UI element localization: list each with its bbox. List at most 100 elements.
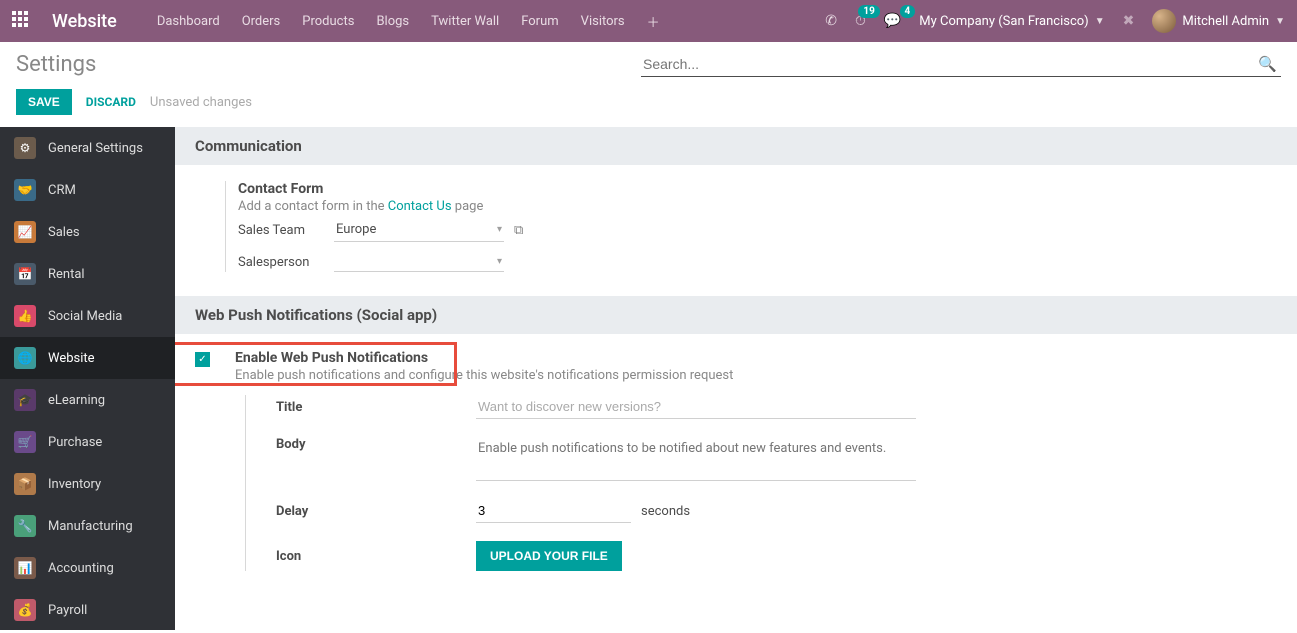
phone-icon[interactable]: ✆ xyxy=(825,13,837,29)
section-webpush-body: ✓ Enable Web Push Notifications Enable p… xyxy=(175,334,1297,623)
nav-blogs[interactable]: Blogs xyxy=(376,14,409,29)
body-input[interactable] xyxy=(476,437,916,481)
sidebar-icon: 🎓 xyxy=(14,389,36,411)
nav-dashboard[interactable]: Dashboard xyxy=(157,14,220,29)
activity-icon[interactable]: ⏱ 19 xyxy=(855,13,866,29)
sidebar-item-label: CRM xyxy=(48,183,76,198)
sidebar-icon: 🤝 xyxy=(14,179,36,201)
sidebar-item-label: Rental xyxy=(48,267,85,282)
nav-visitors[interactable]: Visitors xyxy=(581,14,625,29)
search-input[interactable] xyxy=(641,52,1254,76)
unsaved-indicator: Unsaved changes xyxy=(150,95,252,110)
sidebar-icon: 🛒 xyxy=(14,431,36,453)
nav-twitter-wall[interactable]: Twitter Wall xyxy=(431,14,499,29)
sidebar-item-sales[interactable]: 📈 Sales xyxy=(0,211,175,253)
section-communication-header: Communication xyxy=(175,127,1297,165)
subheader: Settings 🔍 xyxy=(0,42,1297,77)
chevron-down-icon: ▼ xyxy=(1095,16,1105,27)
sidebar-item-label: Payroll xyxy=(48,603,87,618)
sidebar-item-manufacturing[interactable]: 🔧 Manufacturing xyxy=(0,505,175,547)
enable-webpush-desc: Enable push notifications and configure … xyxy=(235,368,916,383)
sidebar-item-label: Purchase xyxy=(48,435,102,450)
sidebar-item-label: Sales xyxy=(48,225,80,240)
top-nav: Dashboard Orders Products Blogs Twitter … xyxy=(157,12,825,31)
sidebar-item-social-media[interactable]: 👍 Social Media xyxy=(0,295,175,337)
messages-badge: 4 xyxy=(900,5,916,18)
sidebar-icon: 👍 xyxy=(14,305,36,327)
sidebar-item-inventory[interactable]: 📦 Inventory xyxy=(0,463,175,505)
company-selector[interactable]: My Company (San Francisco) ▼ xyxy=(919,14,1104,29)
sidebar-item-rental[interactable]: 📅 Rental xyxy=(0,253,175,295)
sidebar-icon: 🌐 xyxy=(14,347,36,369)
sales-team-dropdown[interactable]: Europe ▾ xyxy=(334,218,504,242)
sidebar-item-label: Social Media xyxy=(48,309,122,324)
delay-label: Delay xyxy=(276,504,476,519)
enable-webpush-checkbox[interactable]: ✓ xyxy=(195,352,210,367)
sidebar-icon: 📈 xyxy=(14,221,36,243)
discard-button[interactable]: DISCARD xyxy=(86,95,136,109)
title-label: Title xyxy=(276,400,476,415)
activity-badge: 19 xyxy=(858,5,879,18)
body-label: Body xyxy=(276,437,476,452)
sidebar-item-accounting[interactable]: 📊 Accounting xyxy=(0,547,175,589)
icon-label: Icon xyxy=(276,549,476,564)
apps-icon[interactable] xyxy=(12,11,32,31)
chevron-down-icon: ▾ xyxy=(497,224,502,235)
title-input[interactable] xyxy=(476,395,916,419)
section-communication-body: Contact Form Add a contact form in the C… xyxy=(175,165,1297,296)
sidebar-item-label: eLearning xyxy=(48,393,105,408)
contact-form-title: Contact Form xyxy=(238,181,1267,197)
sidebar-item-label: General Settings xyxy=(48,141,143,156)
sidebar-item-label: Accounting xyxy=(48,561,114,576)
sidebar-item-crm[interactable]: 🤝 CRM xyxy=(0,169,175,211)
nav-orders[interactable]: Orders xyxy=(242,14,281,29)
avatar xyxy=(1152,9,1176,33)
section-webpush-header: Web Push Notifications (Social app) xyxy=(175,296,1297,334)
sidebar-item-general-settings[interactable]: ⚙ General Settings xyxy=(0,127,175,169)
brand: Website xyxy=(52,11,117,32)
chevron-down-icon: ▾ xyxy=(497,256,502,267)
sidebar-icon: 💰 xyxy=(14,599,36,621)
debug-icon[interactable]: ✖ xyxy=(1123,13,1135,29)
sidebar-icon: 📦 xyxy=(14,473,36,495)
sidebar-icon: ⚙ xyxy=(14,137,36,159)
action-bar: SAVE DISCARD Unsaved changes xyxy=(0,77,1297,127)
chevron-down-icon: ▼ xyxy=(1275,16,1285,27)
topbar: Website Dashboard Orders Products Blogs … xyxy=(0,0,1297,42)
search-icon[interactable]: 🔍 xyxy=(1254,55,1281,73)
sidebar-item-payroll[interactable]: 💰 Payroll xyxy=(0,589,175,630)
contact-form-desc: Add a contact form in the Contact Us pag… xyxy=(238,199,1267,214)
save-button[interactable]: SAVE xyxy=(16,89,72,115)
contact-us-link[interactable]: Contact Us xyxy=(388,199,452,214)
sidebar-icon: 📊 xyxy=(14,557,36,579)
settings-sidebar: ⚙ General Settings 🤝 CRM 📈 Sales 📅 Rental 👍 Socia… xyxy=(0,127,175,630)
delay-input[interactable] xyxy=(476,499,631,523)
sidebar-item-website[interactable]: 🌐 Website xyxy=(0,337,175,379)
user-menu[interactable]: Mitchell Admin ▼ xyxy=(1152,9,1285,33)
page-title: Settings xyxy=(16,52,96,77)
sidebar-icon: 🔧 xyxy=(14,515,36,537)
upload-file-button[interactable]: UPLOAD YOUR FILE xyxy=(476,541,622,571)
enable-webpush-title: Enable Web Push Notifications xyxy=(235,350,916,366)
search-bar: 🔍 xyxy=(641,52,1281,77)
sidebar-item-purchase[interactable]: 🛒 Purchase xyxy=(0,421,175,463)
user-name: Mitchell Admin xyxy=(1182,14,1269,29)
salesperson-dropdown[interactable]: ▾ xyxy=(334,252,504,272)
sidebar-item-label: Manufacturing xyxy=(48,519,133,534)
settings-content[interactable]: Communication Contact Form Add a contact… xyxy=(175,127,1297,630)
company-name: My Company (San Francisco) xyxy=(919,14,1088,29)
main: ⚙ General Settings 🤝 CRM 📈 Sales 📅 Rental 👍 Socia… xyxy=(0,127,1297,630)
sales-team-label: Sales Team xyxy=(238,223,334,238)
topbar-right: ✆ ⏱ 19 💬 4 My Company (San Francisco) ▼ … xyxy=(825,9,1285,33)
sidebar-icon: 📅 xyxy=(14,263,36,285)
sidebar-item-elearning[interactable]: 🎓 eLearning xyxy=(0,379,175,421)
nav-products[interactable]: Products xyxy=(302,14,354,29)
salesperson-label: Salesperson xyxy=(238,255,334,270)
sidebar-item-label: Website xyxy=(48,351,95,366)
sidebar-item-label: Inventory xyxy=(48,477,101,492)
external-link-icon[interactable]: ⧉ xyxy=(514,223,523,238)
messages-icon[interactable]: 💬 4 xyxy=(884,13,901,29)
delay-unit: seconds xyxy=(641,504,690,519)
nav-forum[interactable]: Forum xyxy=(521,14,558,29)
add-menu-icon[interactable]: ＋ xyxy=(647,12,660,31)
